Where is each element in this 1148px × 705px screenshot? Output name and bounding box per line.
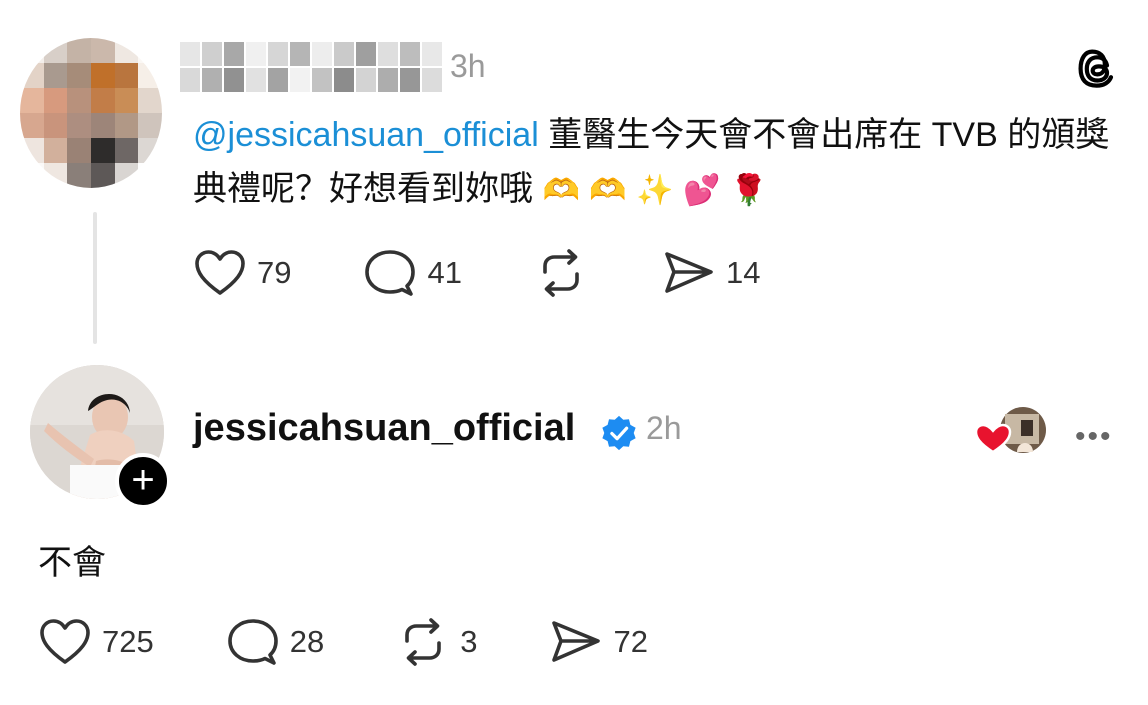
send-button[interactable]: 72: [549, 617, 648, 667]
repost-count: 3: [460, 624, 478, 659]
post-emojis: 🫶 🫶 ✨ 💕 🌹: [542, 173, 768, 208]
comment-count: 41: [427, 255, 462, 290]
mention-link[interactable]: @jessicahsuan_official: [193, 116, 539, 154]
reply-timestamp: 2h: [646, 410, 682, 446]
repost-button[interactable]: [534, 248, 588, 298]
send-button[interactable]: 14: [662, 248, 760, 298]
reply-action-bar: 725 28 3 72: [38, 617, 648, 667]
share-count: 14: [725, 255, 761, 290]
blurred-avatar[interactable]: [20, 38, 162, 188]
blurred-username[interactable]: [180, 42, 442, 92]
comment-count: 28: [289, 624, 325, 659]
comment-icon: [365, 250, 416, 296]
more-icon[interactable]: •••: [1075, 420, 1113, 454]
like-count: 725: [102, 624, 154, 659]
verified-icon: [602, 415, 636, 451]
reply-username[interactable]: jessicahsuan_official: [193, 407, 575, 450]
post-action-bar: 79 41 14: [193, 248, 760, 298]
post-body: @jessicahsuan_official 董醫生今天會不會出席在 TVB 的…: [193, 108, 1123, 218]
repost-icon: [543, 249, 579, 297]
like-button[interactable]: 79: [193, 248, 291, 298]
comment-button[interactable]: 41: [363, 248, 462, 298]
send-icon: [552, 621, 601, 662]
share-count: 72: [613, 624, 648, 659]
heart-icon: [195, 250, 245, 295]
post-timestamp: 3h: [450, 48, 486, 84]
repost-button[interactable]: 3: [396, 617, 477, 667]
thread-connector-line: [93, 212, 97, 344]
like-button[interactable]: 725: [38, 617, 154, 667]
send-icon: [665, 252, 713, 293]
comment-icon: [227, 619, 278, 665]
liked-by-author-indicator[interactable]: [974, 406, 1050, 458]
comment-button[interactable]: 28: [226, 617, 324, 667]
reply-body: 不會: [38, 544, 106, 582]
follow-plus-icon[interactable]: +: [115, 453, 171, 509]
repost-icon: [405, 618, 442, 666]
threads-icon[interactable]: [1076, 44, 1124, 92]
heart-icon: [40, 619, 90, 664]
like-count: 79: [257, 255, 292, 290]
